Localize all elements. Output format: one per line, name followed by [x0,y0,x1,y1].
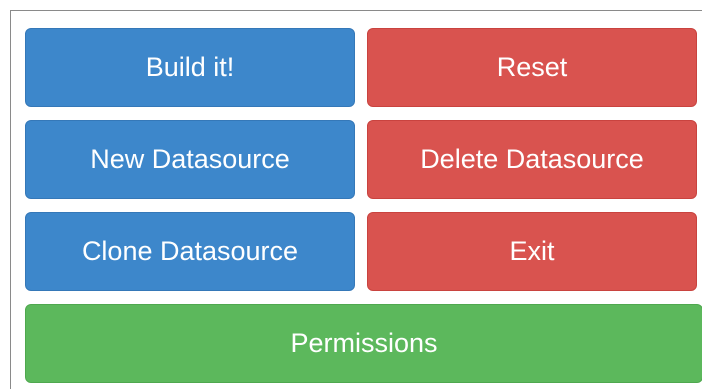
exit-button-label: Exit [509,236,555,266]
delete-datasource-button[interactable]: Delete Datasource [367,120,697,199]
clone-datasource-button-label: Clone Datasource [81,236,299,266]
permissions-button-label: Permissions [290,328,438,358]
button-panel: Build it! Reset New Datasource Delete Da… [10,10,702,389]
clone-datasource-button[interactable]: Clone Datasource [25,212,355,291]
reset-button[interactable]: Reset [367,28,697,107]
exit-button[interactable]: Exit [367,212,697,291]
permissions-button[interactable]: Permissions [25,304,702,383]
delete-datasource-button-label: Delete Datasource [420,144,644,174]
new-datasource-button[interactable]: New Datasource [25,120,355,199]
reset-button-label: Reset [496,52,568,82]
new-datasource-button-label: New Datasource [90,144,290,174]
build-button[interactable]: Build it! [25,28,355,107]
build-button-label: Build it! [145,52,235,82]
